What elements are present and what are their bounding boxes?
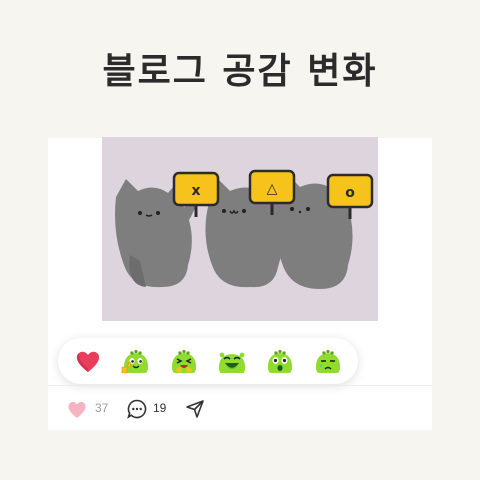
surprised-emoji-icon[interactable] [264,345,296,377]
post-image: x △ o [102,137,378,321]
like-heart-icon[interactable] [66,399,88,423]
page-title: 블로그 공감 변화 [102,51,378,92]
heart-icon[interactable] [72,345,104,377]
share-send-icon[interactable] [185,399,205,423]
sign-face-label: △ [267,181,278,197]
sign-face-label: x [191,183,200,199]
thumbs-up-emoji-icon[interactable] [120,345,152,377]
laughing-emoji-icon[interactable] [168,345,200,377]
divider [48,385,432,386]
comment-icon[interactable] [126,398,148,424]
sign-face-label: o [345,185,355,201]
like-count: 37 [95,401,109,415]
reaction-picker [58,338,358,384]
sad-emoji-icon[interactable] [312,345,344,377]
grinning-emoji-icon[interactable] [216,345,248,377]
comment-count: 19 [153,401,167,415]
